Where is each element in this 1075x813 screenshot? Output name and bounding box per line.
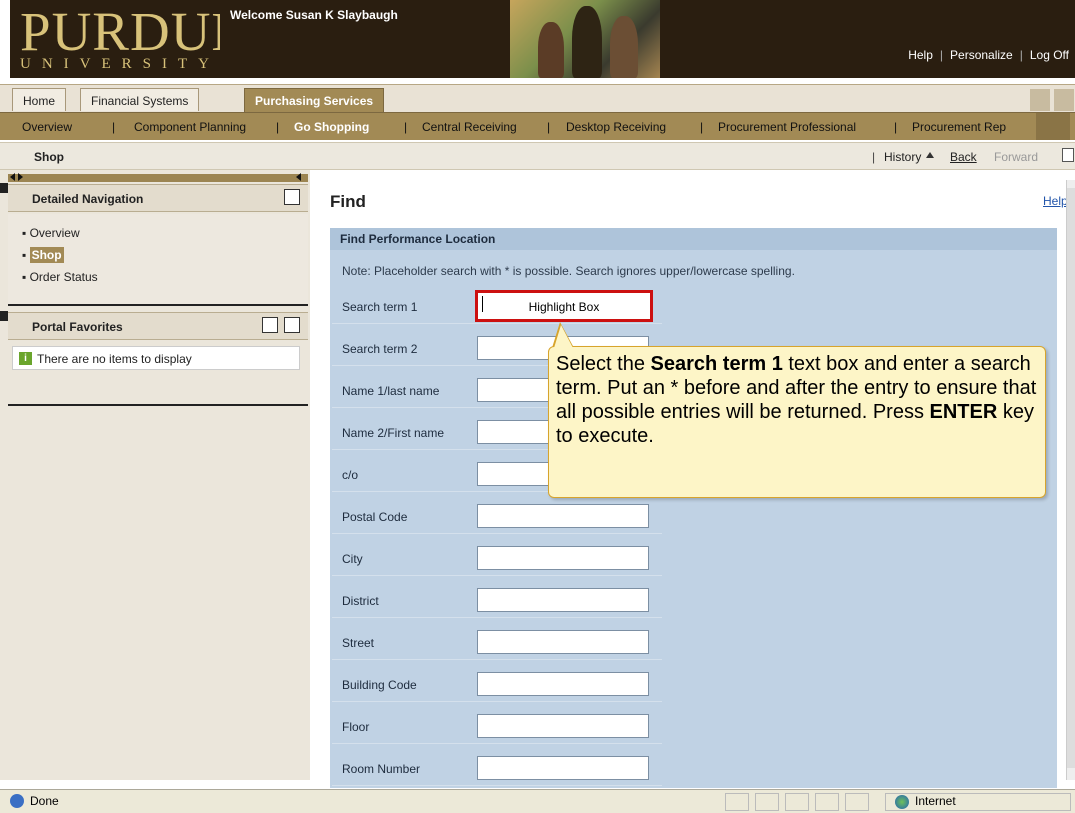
zone-panel (885, 793, 1071, 811)
header-links: Help | Personalize | Log Off (908, 48, 1069, 62)
subtab-go-shopping[interactable]: Go Shopping (294, 120, 369, 134)
scroll-right-icon[interactable] (1054, 89, 1074, 111)
status-cell (785, 793, 809, 811)
banner-photo (510, 0, 660, 78)
text-cursor (482, 296, 483, 312)
page-title: Shop (34, 150, 64, 164)
nav-item-order-status[interactable]: ▪ Order Status (22, 270, 98, 284)
callout-pointer-fill (554, 325, 573, 348)
subtab-central-receiving[interactable]: Central Receiving (422, 120, 517, 134)
tab-financial-systems[interactable]: Financial Systems (80, 88, 200, 111)
minimize-icon[interactable] (284, 189, 300, 205)
personalize-link[interactable]: Personalize (950, 48, 1013, 62)
help-link[interactable]: Help (908, 48, 933, 62)
tab-purchasing-services[interactable]: Purchasing Services (244, 88, 385, 114)
room-number-field[interactable] (477, 756, 649, 780)
form-row-street: Street (332, 624, 662, 660)
subtab-procurement-professional[interactable]: Procurement Professional (718, 120, 856, 134)
second-level-navigation: Overview | Component Planning | Go Shopp… (0, 112, 1075, 140)
portal-favorites-title: Portal Favorites (32, 320, 123, 334)
purdue-logo: PURDUE (20, 1, 247, 62)
vertical-scrollbar[interactable] (1066, 180, 1075, 780)
page-menu-icon[interactable] (1062, 148, 1074, 162)
subtab-component-planning[interactable]: Component Planning (134, 120, 246, 134)
nav-item-shop[interactable]: ▪ Shop (22, 247, 64, 263)
portal-favorites-header: Portal Favorites (0, 311, 308, 340)
form-section-title: Find Performance Location (340, 232, 496, 246)
search-note: Note: Placeholder search with * is possi… (342, 264, 795, 278)
log-off-link[interactable]: Log Off (1030, 48, 1069, 62)
form-row-district: District (332, 582, 662, 618)
overflow-arrow-icon[interactable] (1036, 113, 1070, 140)
subtab-desktop-receiving[interactable]: Desktop Receiving (566, 120, 666, 134)
subtab-overview[interactable]: Overview (22, 120, 72, 134)
form-row-building-code: Building Code (332, 666, 662, 702)
separator: | (547, 120, 551, 134)
info-icon: i (19, 352, 32, 365)
expand-right-icon[interactable] (18, 173, 23, 181)
page-icon (10, 794, 24, 808)
status-cell (845, 793, 869, 811)
form-row-city: City (332, 540, 662, 576)
subtab-procurement-rep[interactable]: Procurement Rep (912, 120, 1006, 134)
minimize-icon[interactable] (284, 317, 300, 333)
form-row-floor: Floor (332, 708, 662, 744)
nav-item-overview[interactable]: ▪ Overview (22, 226, 80, 240)
forward-link: Forward (994, 150, 1039, 164)
detailed-navigation-header: Detailed Navigation (0, 183, 308, 212)
city-field[interactable] (477, 546, 649, 570)
status-cell (725, 793, 749, 811)
page-title-bar: Shop | History Back Forward (0, 142, 1075, 170)
separator: | (700, 120, 704, 134)
separator: | (939, 48, 944, 62)
building-code-field[interactable] (477, 672, 649, 696)
navigation-resize-bar[interactable] (8, 174, 308, 182)
separator: | (894, 120, 898, 134)
header-right-band (660, 0, 1075, 78)
favorites-message: i There are no items to display (12, 346, 300, 370)
form-section-header: Find Performance Location (330, 228, 1057, 250)
form-row-room-number: Room Number (332, 750, 662, 786)
top-level-navigation: Home Financial Systems Purchasing Servic… (0, 84, 1075, 114)
back-link[interactable]: Back (950, 150, 977, 164)
globe-icon (895, 795, 909, 809)
callout-text: Select the Search term 1 text box and en… (556, 353, 1037, 447)
zone-text: Internet (915, 794, 956, 808)
content-help-link[interactable]: Help (1043, 194, 1068, 208)
collapse-panel-icon[interactable] (296, 173, 301, 181)
separator: | (112, 120, 116, 134)
district-field[interactable] (477, 588, 649, 612)
detailed-navigation-title: Detailed Navigation (32, 192, 144, 206)
page-heading: Find (330, 192, 366, 211)
university-logo-text: UNIVERSITY (20, 56, 220, 72)
detailed-navigation-list: ▪ Overview ▪ Shop ▪ Order Status (8, 214, 308, 304)
postal-code-field[interactable] (477, 504, 649, 528)
status-text: Done (30, 794, 59, 808)
status-cell (815, 793, 839, 811)
search-term-1-field[interactable]: Highlight Box (475, 290, 653, 322)
street-field[interactable] (477, 630, 649, 654)
history-link[interactable]: History (884, 150, 921, 164)
collapse-left-icon[interactable] (10, 173, 15, 181)
form-row-postal-code: Postal Code (332, 498, 662, 534)
highlight-box-label: Highlight Box (528, 300, 600, 314)
separator: | (276, 120, 280, 134)
separator: | (404, 120, 408, 134)
browser-status-bar: Done Internet (0, 789, 1075, 813)
floor-field[interactable] (477, 714, 649, 738)
left-navigation-panel: Detailed Navigation ▪ Overview ▪ Shop ▪ … (0, 170, 310, 780)
tab-home[interactable]: Home (12, 88, 67, 111)
scroll-left-icon[interactable] (1030, 89, 1050, 111)
separator: | (872, 150, 876, 164)
list-options-icon[interactable] (262, 317, 278, 333)
history-dropdown-icon[interactable] (926, 152, 934, 158)
status-cell (755, 793, 779, 811)
welcome-text: Welcome Susan K Slaybaugh (230, 8, 398, 22)
separator: | (1019, 48, 1023, 62)
